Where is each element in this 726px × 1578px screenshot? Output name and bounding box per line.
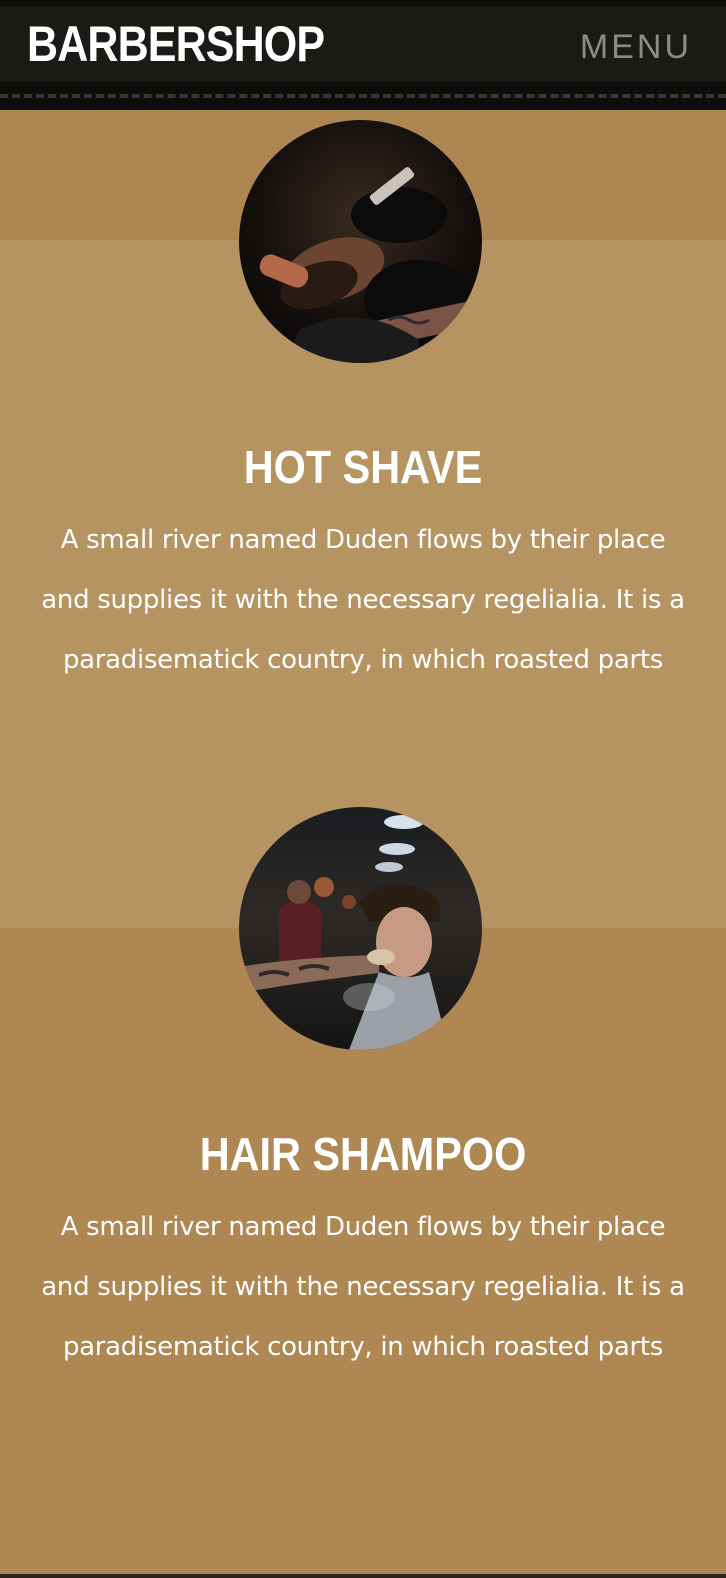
service-description: A small river named Duden flows by their… bbox=[41, 525, 685, 675]
bottom-edge bbox=[0, 1574, 726, 1578]
menu-button[interactable]: MENU bbox=[580, 30, 692, 64]
service-title: HOT SHAVE bbox=[243, 441, 483, 493]
hair-shampoo-photo bbox=[239, 807, 482, 1050]
hot-shave-photo bbox=[239, 120, 482, 363]
service-title: HAIR SHAMPOO bbox=[199, 1128, 527, 1180]
header-dashed-divider bbox=[0, 94, 726, 98]
navbar: BARBERSHOP MENU bbox=[0, 6, 726, 82]
brand-logo[interactable]: BARBERSHOP bbox=[27, 19, 325, 69]
service-description: A small river named Duden flows by their… bbox=[41, 1212, 685, 1362]
site-header: BARBERSHOP MENU bbox=[0, 0, 726, 110]
